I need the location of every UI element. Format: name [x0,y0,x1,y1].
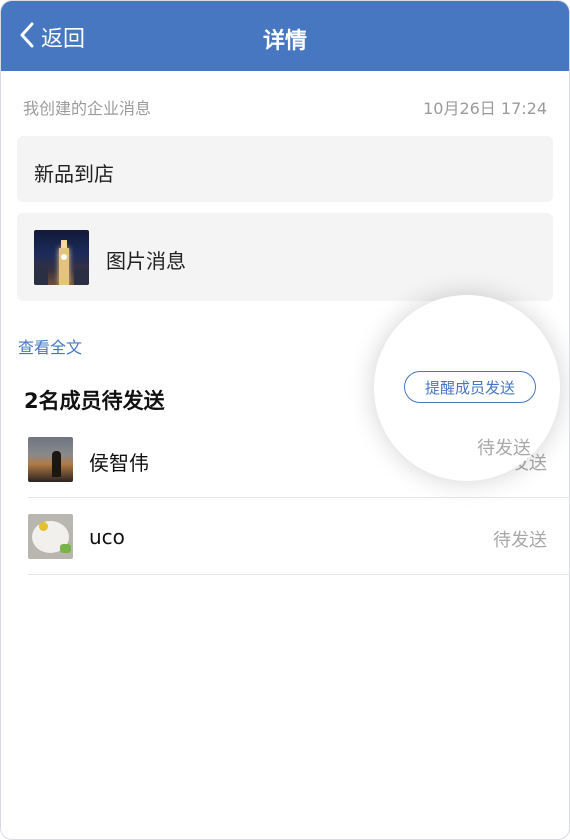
avatar [28,437,73,482]
message-source-label: 我创建的企业消息 [23,99,152,118]
navigation-bar: 返回 详情 [1,1,569,71]
pending-members-title: 2名成员待发送 [24,389,165,413]
image-message-thumbnail [34,230,89,285]
image-message-label: 图片消息 [106,249,186,273]
text-message-card[interactable]: 新品到店 [17,136,553,202]
member-row[interactable]: uco 待发送 [28,514,569,592]
message-title-text: 新品到店 [34,162,114,186]
page-title: 详情 [262,29,307,54]
avatar [28,514,73,559]
member-status: 待发送 [493,530,547,551]
message-meta: 我创建的企业消息 10月26日 17:24 [23,95,547,119]
row-divider [28,497,569,498]
member-name: 侯智伟 [89,451,149,475]
read-all-link[interactable]: 查看全文 [18,334,82,358]
row-divider [28,574,569,575]
member-name: uco [89,525,125,549]
remind-members-button[interactable]: 提醒成员发送 [404,371,536,403]
image-message-card[interactable]: 图片消息 [17,213,553,301]
app-frame: 返回 详情 我创建的企业消息 10月26日 17:24 新品到店 图片消息 查看… [0,0,570,840]
message-timestamp: 10月26日 17:24 [423,99,547,118]
spotlight-status-text: 待发送 [477,438,531,459]
